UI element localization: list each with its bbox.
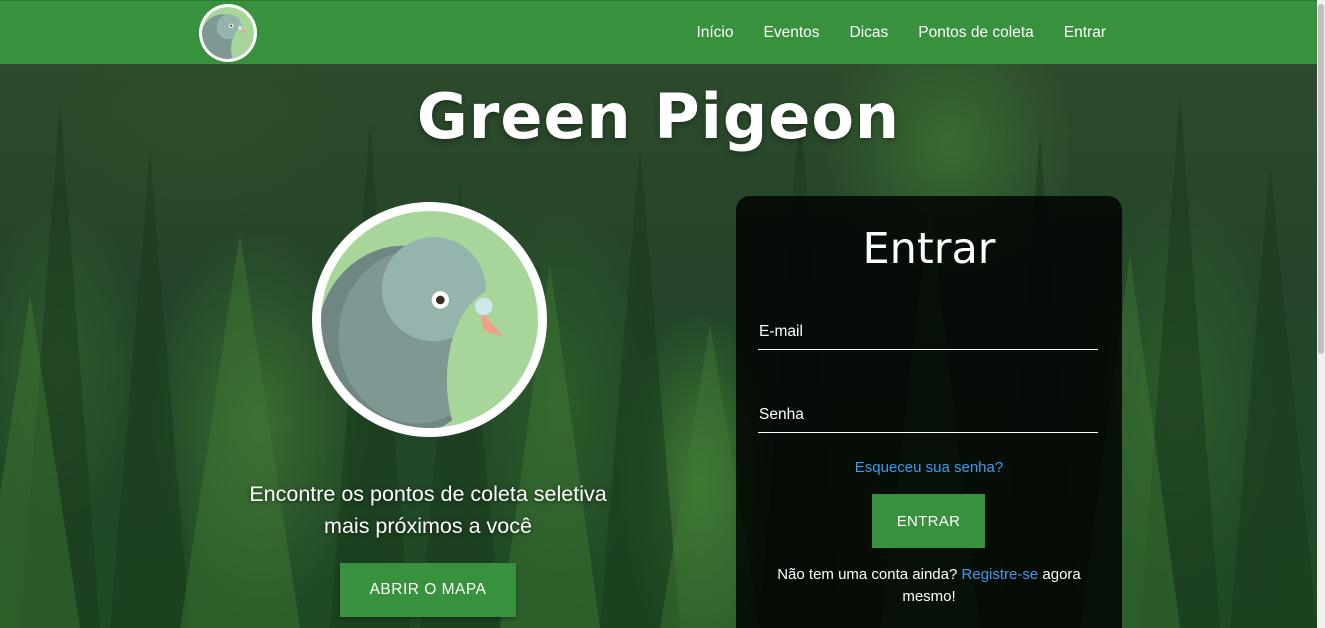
pigeon-logo-icon[interactable] — [199, 4, 257, 62]
login-title: Entrar — [862, 224, 996, 274]
tagline-line-1: Encontre os pontos de coleta seletiva — [249, 482, 607, 506]
nav-link-eventos[interactable]: Eventos — [764, 24, 820, 42]
register-link[interactable]: Registre-se — [962, 566, 1039, 583]
password-field[interactable] — [758, 397, 1098, 433]
scrollbar-thumb[interactable] — [1318, 4, 1324, 354]
hero-title: Green Pigeon — [416, 80, 901, 153]
nav-link-pontos-de-coleta[interactable]: Pontos de coleta — [918, 24, 1033, 42]
open-map-button[interactable]: ABRIR O MAPA — [340, 563, 516, 617]
nav-links: Início Eventos Dicas Pontos de coleta En… — [696, 1, 1106, 65]
pigeon-hero-icon — [312, 202, 547, 437]
login-panel: Entrar Esqueceu sua senha? ENTRAR Não te… — [736, 196, 1122, 628]
forgot-password-link[interactable]: Esqueceu sua senha? — [736, 459, 1122, 476]
hero-section: Green Pigeon Encontre os pontos de colet… — [0, 64, 1317, 628]
hero-tagline: Encontre os pontos de coleta seletiva ma… — [208, 478, 648, 542]
nav-link-inicio[interactable]: Início — [696, 24, 733, 42]
email-field[interactable] — [758, 314, 1098, 350]
nav-link-dicas[interactable]: Dicas — [850, 24, 889, 42]
scrollbar[interactable] — [1317, 0, 1325, 628]
login-button[interactable]: ENTRAR — [872, 494, 985, 548]
tagline-line-2: mais próximos a você — [324, 514, 532, 538]
register-text: Não tem uma conta ainda? Registre-se ago… — [756, 564, 1102, 608]
nav-link-entrar[interactable]: Entrar — [1064, 24, 1106, 42]
register-prefix: Não tem uma conta ainda? — [777, 566, 958, 583]
navbar: Início Eventos Dicas Pontos de coleta En… — [0, 0, 1325, 64]
